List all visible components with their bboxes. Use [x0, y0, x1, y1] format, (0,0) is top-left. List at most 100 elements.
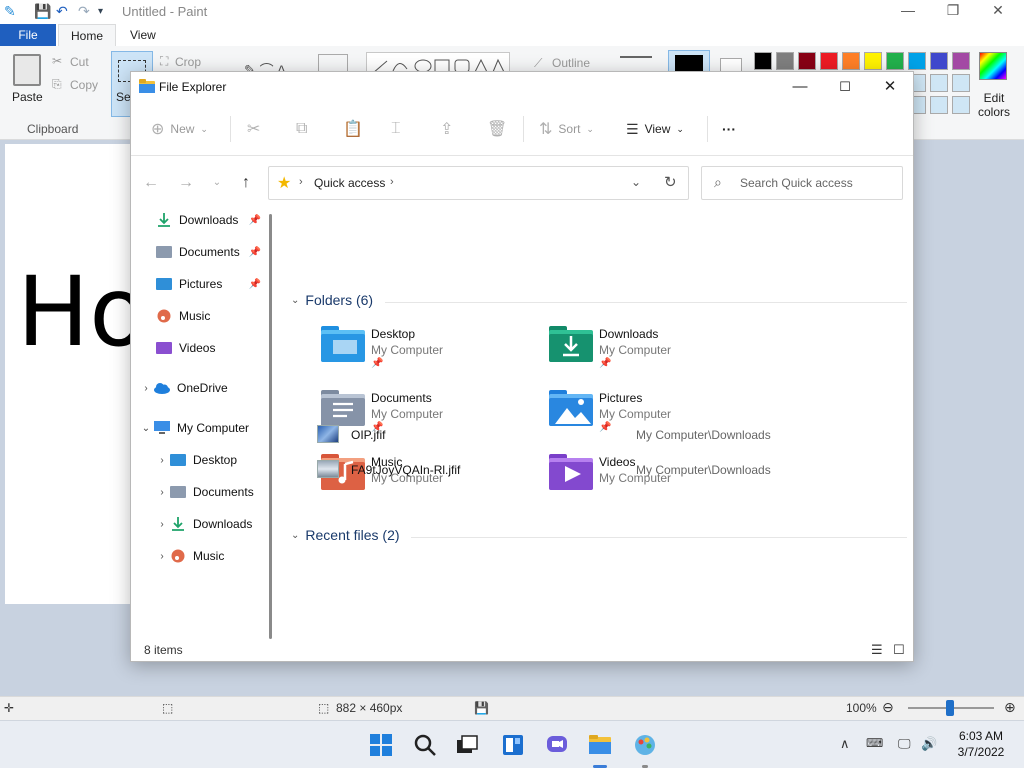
- network-icon[interactable]: 🖵: [898, 736, 911, 752]
- zoom-slider-thumb[interactable]: [946, 700, 954, 716]
- sidebar-item-pictures[interactable]: Pictures 📌: [133, 271, 263, 297]
- address-bar[interactable]: ★ › Quick access › ⌄ ↻: [268, 166, 689, 200]
- delete-icon[interactable]: 🗑: [487, 118, 507, 140]
- see-more-button[interactable]: ···: [722, 118, 736, 140]
- sidebar-item-documents[interactable]: Documents 📌: [133, 239, 263, 265]
- share-icon[interactable]: ⇪: [440, 118, 453, 140]
- palette-swatch[interactable]: [930, 52, 948, 70]
- chevron-right-icon[interactable]: ›: [155, 455, 169, 466]
- chat-icon[interactable]: [545, 733, 569, 757]
- copy-icon[interactable]: ⧉: [296, 118, 307, 140]
- recent-files-group-header[interactable]: ⌄ Recent files (2): [291, 527, 400, 543]
- file-explorer-taskbar-icon[interactable]: [588, 733, 612, 757]
- edit-colors-icon[interactable]: [979, 52, 1007, 80]
- save-icon[interactable]: 💾: [34, 3, 51, 20]
- palette-empty-swatch[interactable]: [930, 74, 948, 92]
- chevron-right-icon[interactable]: ›: [139, 383, 153, 394]
- folder-tile-desktop[interactable]: Desktop My Computer 📌: [321, 326, 541, 382]
- palette-swatch[interactable]: [952, 52, 970, 70]
- undo-icon[interactable]: ↶: [56, 3, 68, 20]
- paste-icon[interactable]: [13, 54, 41, 86]
- redo-icon[interactable]: ↷: [78, 3, 90, 20]
- rename-icon[interactable]: ⌶: [391, 118, 401, 140]
- recent-file-row[interactable]: FA9tJoyVQAIn-Rl.jfif My Computer\Download…: [317, 460, 817, 480]
- customize-toolbar-icon[interactable]: ▾: [98, 6, 103, 17]
- sidebar-item-music[interactable]: › Music: [133, 543, 263, 569]
- search-input[interactable]: [740, 174, 890, 192]
- palette-swatch[interactable]: [776, 52, 794, 70]
- palette-swatch[interactable]: [820, 52, 838, 70]
- explorer-maximize-button[interactable]: ☐: [828, 76, 862, 98]
- navigation-pane-scrollbar[interactable]: [269, 214, 272, 639]
- explorer-minimize-button[interactable]: —: [783, 76, 817, 98]
- tiles-view-icon[interactable]: ☐: [893, 642, 905, 658]
- new-button[interactable]: ⊕ New ⌄: [151, 118, 208, 140]
- crop-icon[interactable]: ⛶: [160, 54, 168, 69]
- palette-empty-swatch[interactable]: [930, 96, 948, 114]
- recent-file-row[interactable]: OIP.jfif My Computer\Downloads: [317, 425, 817, 445]
- refresh-button[interactable]: ↻: [664, 173, 677, 191]
- palette-swatch[interactable]: [842, 52, 860, 70]
- view-button[interactable]: ☰ View ⌄: [626, 118, 684, 140]
- crop-button[interactable]: Crop: [175, 55, 201, 69]
- zoom-in-icon[interactable]: ⊕: [1004, 699, 1016, 716]
- sidebar-item-desktop[interactable]: › Desktop: [133, 447, 263, 473]
- search-box[interactable]: ⌕: [701, 166, 903, 200]
- chevron-right-icon[interactable]: ›: [155, 519, 169, 530]
- up-button[interactable]: ↑: [236, 174, 256, 192]
- clock[interactable]: 6:03 AM 3/7/2022: [946, 728, 1016, 760]
- task-view-icon[interactable]: [455, 733, 479, 757]
- paint-canvas[interactable]: Ho: [5, 144, 148, 604]
- palette-swatch[interactable]: [754, 52, 772, 70]
- paint-close-icon[interactable]: ✕: [988, 2, 1008, 19]
- cut-icon[interactable]: ✂: [247, 118, 260, 140]
- chevron-right-icon[interactable]: ›: [155, 551, 169, 562]
- palette-swatch[interactable]: [798, 52, 816, 70]
- address-history-dropdown[interactable]: ⌄: [631, 175, 641, 189]
- copy-button[interactable]: Copy: [70, 78, 98, 92]
- zoom-out-icon[interactable]: ⊖: [882, 699, 894, 716]
- palette-swatch[interactable]: [886, 52, 904, 70]
- paste-button[interactable]: Paste: [12, 90, 43, 104]
- sort-button[interactable]: ⇅ Sort ⌄: [539, 118, 594, 140]
- tab-file[interactable]: File: [0, 24, 56, 46]
- breadcrumb-separator-icon[interactable]: ›: [390, 176, 394, 188]
- show-hidden-icons-button[interactable]: ∧: [840, 736, 850, 752]
- breadcrumb-quick-access[interactable]: Quick access: [314, 176, 385, 190]
- sidebar-item-my-computer[interactable]: ⌄ My Computer: [133, 415, 263, 441]
- widgets-icon[interactable]: [501, 733, 525, 757]
- folders-group-header[interactable]: ⌄ Folders (6): [291, 292, 373, 308]
- outline-icon[interactable]: ⟋: [534, 56, 542, 71]
- folder-tile-downloads[interactable]: Downloads My Computer 📌: [549, 326, 769, 382]
- explorer-title-bar[interactable]: File Explorer — ☐ ✕: [131, 72, 913, 102]
- sidebar-item-music[interactable]: Music: [133, 303, 263, 329]
- back-button[interactable]: ←: [141, 174, 161, 192]
- search-icon[interactable]: [413, 733, 437, 757]
- chevron-right-icon[interactable]: ›: [155, 487, 169, 498]
- paste-icon[interactable]: 📋: [343, 118, 363, 140]
- details-view-icon[interactable]: ☰: [871, 642, 883, 658]
- explorer-close-button[interactable]: ✕: [873, 76, 907, 98]
- tab-view[interactable]: View: [118, 24, 168, 46]
- edit-colors-button[interactable]: Edit colors: [976, 91, 1012, 119]
- sidebar-item-documents[interactable]: › Documents: [133, 479, 263, 505]
- palette-swatch[interactable]: [864, 52, 882, 70]
- palette-swatch[interactable]: [908, 52, 926, 70]
- keyboard-icon[interactable]: ⌨: [866, 736, 883, 750]
- volume-icon[interactable]: 🔊: [921, 736, 937, 752]
- cut-button[interactable]: Cut: [70, 55, 89, 69]
- outline-dropdown[interactable]: Outline: [552, 56, 590, 70]
- sidebar-item-videos[interactable]: Videos: [133, 335, 263, 361]
- copy-icon[interactable]: ⎘: [52, 77, 62, 92]
- tab-home[interactable]: Home: [58, 24, 117, 46]
- start-icon[interactable]: [369, 733, 393, 757]
- breadcrumb-separator-icon[interactable]: ›: [299, 176, 303, 188]
- sidebar-item-downloads[interactable]: Downloads 📌: [133, 210, 263, 233]
- cut-icon[interactable]: ✂: [52, 54, 62, 68]
- sidebar-item-onedrive[interactable]: › OneDrive: [133, 375, 263, 401]
- paint-taskbar-icon[interactable]: [633, 733, 657, 757]
- forward-button[interactable]: →: [176, 174, 196, 192]
- recent-locations-button[interactable]: ⌄: [207, 177, 227, 188]
- palette-empty-swatch[interactable]: [952, 74, 970, 92]
- palette-empty-swatch[interactable]: [952, 96, 970, 114]
